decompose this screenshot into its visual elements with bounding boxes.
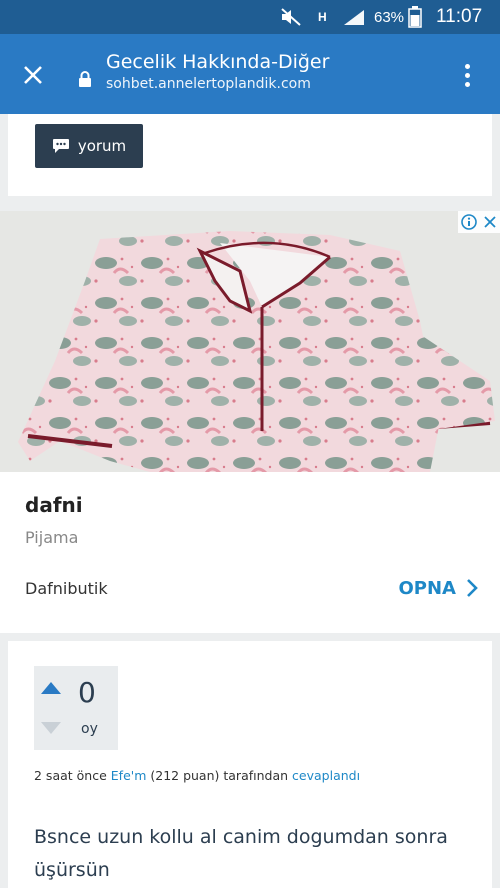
close-button[interactable] xyxy=(14,56,52,94)
downvote-button[interactable] xyxy=(40,720,62,739)
pajama-illustration xyxy=(0,211,500,472)
pajama-product-image[interactable] xyxy=(0,211,500,472)
downvote-arrow-icon xyxy=(41,722,61,734)
comment-button-label: yorum xyxy=(77,137,127,155)
close-icon xyxy=(24,66,42,84)
answer-by: tarafından xyxy=(223,768,289,783)
comment-button[interactable]: yorum xyxy=(35,124,143,168)
chevron-right-icon xyxy=(467,579,478,597)
answer-meta: 2 saat önce Efe'm (212 puan) tarafından … xyxy=(34,768,360,783)
answer-text: Bsnce uzun kollu al canim dogumdan sonra… xyxy=(34,826,448,881)
browser-app-bar: Gecelik Hakkında-Diğer sohbet.annelertop… xyxy=(0,34,500,114)
upvote-button[interactable] xyxy=(40,680,62,699)
native-ad[interactable]: dafni Pijama Dafnibutik OPNA xyxy=(0,211,500,633)
answer-action-link[interactable]: cevaplandı xyxy=(292,768,360,783)
battery-percent: 63% xyxy=(374,8,405,26)
answer-time: 2 saat önce xyxy=(34,768,107,783)
speech-bubble-icon xyxy=(52,139,69,153)
ad-open-label: OPNA xyxy=(398,577,457,599)
battery-icon xyxy=(408,0,422,34)
page-title: Gecelik Hakkında-Diğer xyxy=(106,51,330,73)
answer-author-link[interactable]: Efe'm xyxy=(111,768,147,783)
ad-advertiser: Dafnibutik xyxy=(25,579,108,598)
ad-close-icon xyxy=(484,216,496,228)
page-url: sohbet.annelertoplandik.com xyxy=(106,76,311,92)
page-title-block: Gecelik Hakkında-Diğer sohbet.annelertop… xyxy=(106,50,446,94)
ad-open-button[interactable]: OPNA xyxy=(399,571,479,605)
status-bar: H 63% 11:07 xyxy=(0,0,500,34)
network-type-icon: H xyxy=(318,0,327,34)
ad-subtitle: Pijama xyxy=(25,528,79,547)
answer-points: (212 puan) xyxy=(150,768,220,783)
lock-icon xyxy=(78,70,92,92)
comment-card: yorum xyxy=(8,114,492,196)
mute-icon xyxy=(280,0,302,34)
answer-card: 0 oy 2 saat önce Efe'm (212 puan) tarafı… xyxy=(8,641,492,888)
ad-choices-button[interactable] xyxy=(458,211,500,233)
signal-icon xyxy=(342,0,366,34)
ad-title[interactable]: dafni xyxy=(25,493,83,517)
vote-label: oy xyxy=(81,721,98,737)
info-icon xyxy=(461,214,477,230)
more-options-button[interactable] xyxy=(452,60,482,90)
vote-box: 0 oy xyxy=(34,666,118,750)
more-vert-icon xyxy=(464,63,470,69)
network-label: H xyxy=(318,10,327,24)
clock: 11:07 xyxy=(436,6,483,27)
upvote-arrow-icon xyxy=(41,682,61,694)
vote-count: 0 xyxy=(78,676,96,709)
